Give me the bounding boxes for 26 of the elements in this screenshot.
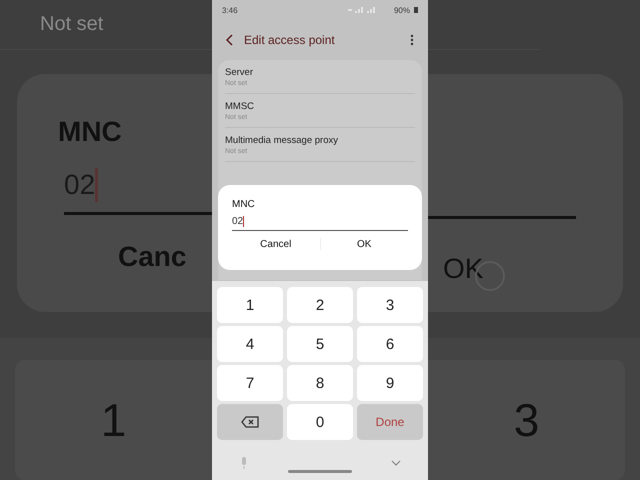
home-bar[interactable] — [288, 470, 352, 472]
dialog-title: MNC — [232, 199, 256, 210]
key[interactable]: 0 — [287, 404, 353, 440]
key[interactable]: 2 — [287, 287, 353, 323]
battery-level: 90% — [394, 6, 410, 14]
chevron-down-icon[interactable] — [391, 460, 401, 466]
page-title: Edit access point — [244, 33, 336, 47]
key[interactable]: 6 — [357, 326, 423, 362]
back-icon[interactable] — [226, 34, 234, 46]
status-time: 3:46 — [222, 6, 238, 14]
backspace-key[interactable] — [217, 404, 283, 440]
key[interactable]: 7 — [217, 365, 283, 401]
key[interactable]: 1 — [217, 287, 283, 323]
cancel-button[interactable]: Cancel — [232, 238, 320, 250]
input-field[interactable]: 02 — [232, 216, 408, 231]
ok-button[interactable]: OK — [320, 238, 408, 250]
setting-value: Not set — [40, 13, 104, 36]
backspace-icon — [241, 416, 259, 428]
dialog-title: MNC — [58, 116, 123, 148]
more-options-icon[interactable] — [410, 34, 414, 46]
key[interactable]: 3 — [357, 287, 423, 323]
key[interactable]: 5 — [287, 326, 353, 362]
key[interactable]: 8 — [287, 365, 353, 401]
key[interactable]: 4 — [217, 326, 283, 362]
key[interactable]: 9 — [357, 365, 423, 401]
battery-icon — [414, 7, 418, 13]
